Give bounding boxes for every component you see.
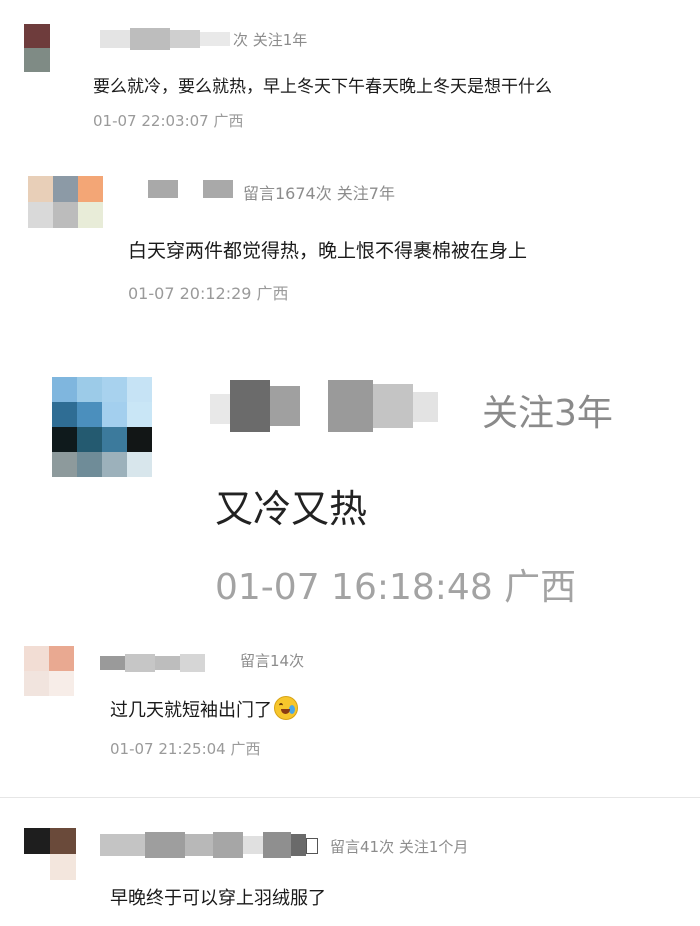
avatar[interactable] bbox=[24, 24, 50, 72]
comment-time: 01-07 20:12:29 广西 bbox=[128, 284, 289, 303]
comment-text: 又冷又热 bbox=[215, 487, 368, 531]
comment-item: 关注3年 又冷又热 01-07 16:18:48 广西 bbox=[0, 330, 700, 630]
comment-time: 01-07 16:18:48 广西 bbox=[215, 567, 577, 608]
comment-item: 留言41次 关注1个月 早晚终于可以穿上羽绒服了 bbox=[0, 810, 700, 926]
comment-meta: 留言1674次 关注7年 bbox=[243, 184, 395, 203]
comment-meta: 次 关注1年 bbox=[233, 31, 308, 49]
comment-text-content: 过几天就短袖出门了 bbox=[110, 700, 272, 721]
avatar[interactable] bbox=[52, 377, 152, 477]
avatar[interactable] bbox=[24, 828, 76, 880]
comment-item: 留言14次 过几天就短袖出门了 01-07 21:25:04 广西 bbox=[0, 630, 700, 795]
comment-meta: 关注3年 bbox=[482, 393, 613, 434]
comment-item: 留言1674次 关注7年 白天穿两件都觉得热，晚上恨不得裹棉被在身上 01-07… bbox=[0, 150, 700, 330]
comment-text: 早晚终于可以穿上羽绒服了 bbox=[110, 888, 326, 909]
comment-text: 过几天就短袖出门了 bbox=[110, 696, 298, 722]
comment-meta: 留言41次 关注1个月 bbox=[330, 838, 469, 856]
username-blurred bbox=[148, 178, 233, 200]
comment-time: 01-07 21:25:04 广西 bbox=[110, 740, 261, 758]
divider bbox=[0, 797, 700, 798]
comment-item: 次 关注1年 要么就冷，要么就热，早上冬天下午春天晚上冬天是想干什么 01-07… bbox=[0, 0, 700, 150]
crying-laughing-emoji-icon bbox=[274, 696, 298, 720]
comment-text: 要么就冷，要么就热，早上冬天下午春天晚上冬天是想干什么 bbox=[93, 77, 552, 97]
comment-time: 01-07 22:03:07 广西 bbox=[93, 112, 244, 130]
avatar[interactable] bbox=[28, 176, 103, 228]
comment-text: 白天穿两件都觉得热，晚上恨不得裹棉被在身上 bbox=[128, 240, 528, 262]
username-blurred bbox=[100, 832, 318, 858]
avatar[interactable] bbox=[24, 646, 74, 696]
username-blurred bbox=[100, 28, 230, 50]
comment-meta: 留言14次 bbox=[240, 652, 305, 670]
username-blurred bbox=[100, 654, 205, 672]
username-blurred bbox=[210, 380, 475, 432]
